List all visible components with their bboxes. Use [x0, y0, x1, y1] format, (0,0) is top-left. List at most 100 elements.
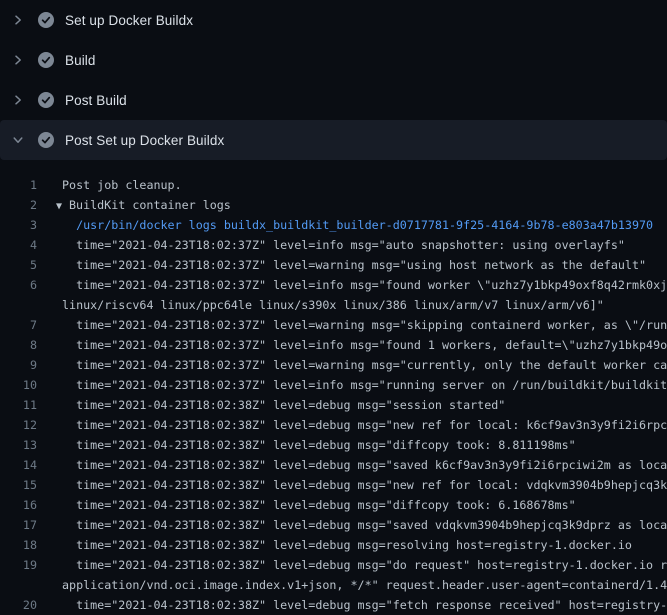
- step-header-post-build[interactable]: Post Build: [0, 80, 667, 120]
- log-line: 1 Post job cleanup.: [0, 175, 667, 195]
- step-header-build[interactable]: Build: [0, 40, 667, 80]
- log-line-text: time="2021-04-23T18:02:37Z" level=warnin…: [62, 318, 667, 332]
- log-line-text: time="2021-04-23T18:02:38Z" level=debug …: [62, 438, 576, 452]
- log-line-text-wrap: ▼BuildKit container logs: [62, 195, 231, 215]
- step-header-set-up-docker-buildx[interactable]: Set up Docker Buildx: [0, 0, 667, 40]
- check-circle-icon: [38, 12, 54, 28]
- log-line-number[interactable]: 14: [0, 455, 37, 475]
- log-line-text-wrap: time="2021-04-23T18:02:38Z" level=debug …: [62, 495, 576, 515]
- log-line-number[interactable]: 11: [0, 395, 37, 415]
- log-line-number[interactable]: 5: [0, 255, 37, 275]
- log-line-number[interactable]: [0, 295, 37, 315]
- log-line-number[interactable]: 9: [0, 355, 37, 375]
- log-line-text: linux/riscv64 linux/ppc64le linux/s390x …: [62, 298, 604, 312]
- log-line-text-wrap: application/vnd.oci.image.index.v1+json,…: [62, 575, 667, 595]
- step-label: Post Set up Docker Buildx: [65, 133, 224, 148]
- chevron-right-icon: [12, 14, 24, 26]
- log-line-text: time="2021-04-23T18:02:37Z" level=info m…: [62, 278, 667, 292]
- log-line-text: time="2021-04-23T18:02:37Z" level=warnin…: [62, 358, 667, 372]
- log-line-text: Post job cleanup.: [62, 178, 182, 192]
- log-line-number[interactable]: 19: [0, 555, 37, 575]
- log-line-text: time="2021-04-23T18:02:38Z" level=debug …: [62, 458, 667, 472]
- log-line-number[interactable]: 3: [0, 215, 37, 235]
- log-line: 7 time="2021-04-23T18:02:37Z" level=warn…: [0, 315, 667, 335]
- chevron-down-icon: [12, 134, 24, 146]
- log-line: 14 time="2021-04-23T18:02:38Z" level=deb…: [0, 455, 667, 475]
- check-circle-icon: [38, 132, 54, 148]
- log-line-number[interactable]: 10: [0, 375, 37, 395]
- chevron-right-icon: [12, 94, 24, 106]
- log-line-text-wrap: time="2021-04-23T18:02:37Z" level=warnin…: [62, 255, 646, 275]
- log-line-number[interactable]: [0, 575, 37, 595]
- log-line: 17 time="2021-04-23T18:02:38Z" level=deb…: [0, 515, 667, 535]
- log-line-text: time="2021-04-23T18:02:38Z" level=debug …: [62, 558, 667, 572]
- log-line-number[interactable]: 20: [0, 595, 37, 615]
- log-group-triangle-icon[interactable]: ▼: [56, 197, 69, 215]
- log-line-number[interactable]: 12: [0, 415, 37, 435]
- log-line-text-wrap: time="2021-04-23T18:02:37Z" level=info m…: [62, 275, 667, 295]
- log-line-text: time="2021-04-23T18:02:37Z" level=info m…: [62, 378, 667, 392]
- log-line: 20 time="2021-04-23T18:02:38Z" level=deb…: [0, 595, 667, 615]
- log-line-text-wrap: time="2021-04-23T18:02:37Z" level=info m…: [62, 335, 667, 355]
- log-line-text-wrap: time="2021-04-23T18:02:38Z" level=debug …: [62, 455, 667, 475]
- log-line: 12 time="2021-04-23T18:02:38Z" level=deb…: [0, 415, 667, 435]
- log-line: linux/riscv64 linux/ppc64le linux/s390x …: [0, 295, 667, 315]
- log-line-text-wrap: Post job cleanup.: [62, 175, 182, 195]
- log-line-text: BuildKit container logs: [69, 198, 231, 212]
- log-line: 10 time="2021-04-23T18:02:37Z" level=inf…: [0, 375, 667, 395]
- log-line: 9 time="2021-04-23T18:02:37Z" level=warn…: [0, 355, 667, 375]
- log-line-text-wrap: time="2021-04-23T18:02:38Z" level=debug …: [62, 415, 667, 435]
- log-line-text: time="2021-04-23T18:02:38Z" level=debug …: [62, 538, 632, 552]
- log-line-number[interactable]: 2: [0, 195, 37, 215]
- step-header-post-set-up-docker-buildx[interactable]: Post Set up Docker Buildx: [0, 120, 667, 160]
- log-line-text-wrap: time="2021-04-23T18:02:37Z" level=warnin…: [62, 355, 667, 375]
- log-line-number[interactable]: 16: [0, 495, 37, 515]
- log-line: 19 time="2021-04-23T18:02:38Z" level=deb…: [0, 555, 667, 575]
- log-line-text-wrap: time="2021-04-23T18:02:38Z" level=debug …: [62, 535, 632, 555]
- log-line-number[interactable]: 7: [0, 315, 37, 335]
- check-circle-icon: [38, 92, 54, 108]
- log-line-text: time="2021-04-23T18:02:37Z" level=info m…: [62, 338, 667, 352]
- chevron-right-icon: [12, 54, 24, 66]
- log-line: 6 time="2021-04-23T18:02:37Z" level=info…: [0, 275, 667, 295]
- log-line: 11 time="2021-04-23T18:02:38Z" level=deb…: [0, 395, 667, 415]
- log-line-text-wrap: time="2021-04-23T18:02:38Z" level=debug …: [62, 395, 505, 415]
- log-line: application/vnd.oci.image.index.v1+json,…: [0, 575, 667, 595]
- log-line-text: time="2021-04-23T18:02:38Z" level=debug …: [62, 478, 667, 492]
- log-line-text-wrap: time="2021-04-23T18:02:38Z" level=debug …: [62, 515, 667, 535]
- log-line: 16 time="2021-04-23T18:02:38Z" level=deb…: [0, 495, 667, 515]
- step-label: Set up Docker Buildx: [65, 13, 193, 28]
- log-line-number[interactable]: 1: [0, 175, 37, 195]
- log-line-text: time="2021-04-23T18:02:38Z" level=debug …: [62, 398, 505, 412]
- log-line-number[interactable]: 6: [0, 275, 37, 295]
- steps-list: Set up Docker Buildx Build P: [0, 0, 667, 160]
- log-line-text-wrap: time="2021-04-23T18:02:38Z" level=debug …: [62, 475, 667, 495]
- log-line: 2 ▼BuildKit container logs: [0, 195, 667, 215]
- log-line-number[interactable]: 13: [0, 435, 37, 455]
- step-label: Post Build: [65, 93, 127, 108]
- log-line: 3 /usr/bin/docker logs buildx_buildkit_b…: [0, 215, 667, 235]
- log-viewer: 1 Post job cleanup. 2 ▼BuildKit containe…: [0, 160, 667, 615]
- log-line-text: time="2021-04-23T18:02:38Z" level=debug …: [62, 598, 667, 612]
- log-line: 15 time="2021-04-23T18:02:38Z" level=deb…: [0, 475, 667, 495]
- log-line-text-wrap: time="2021-04-23T18:02:38Z" level=debug …: [62, 555, 667, 575]
- log-line-text-wrap: /usr/bin/docker logs buildx_buildkit_bui…: [62, 215, 653, 235]
- log-line-number[interactable]: 17: [0, 515, 37, 535]
- check-circle-icon: [38, 52, 54, 68]
- log-line-text-wrap: time="2021-04-23T18:02:38Z" level=debug …: [62, 435, 576, 455]
- log-line-text-wrap: time="2021-04-23T18:02:37Z" level=warnin…: [62, 315, 667, 335]
- log-line-number[interactable]: 4: [0, 235, 37, 255]
- log-line-text-wrap: linux/riscv64 linux/ppc64le linux/s390x …: [62, 295, 604, 315]
- log-line: 5 time="2021-04-23T18:02:37Z" level=warn…: [0, 255, 667, 275]
- log-line-number[interactable]: 8: [0, 335, 37, 355]
- log-line-text: time="2021-04-23T18:02:38Z" level=debug …: [62, 518, 667, 532]
- log-line-number[interactable]: 18: [0, 535, 37, 555]
- log-line-text-wrap: time="2021-04-23T18:02:38Z" level=debug …: [62, 595, 667, 615]
- log-line-text: time="2021-04-23T18:02:37Z" level=info m…: [62, 238, 625, 252]
- log-line-text-wrap: time="2021-04-23T18:02:37Z" level=info m…: [62, 375, 667, 395]
- log-line-text: time="2021-04-23T18:02:37Z" level=warnin…: [62, 258, 646, 272]
- log-line: 8 time="2021-04-23T18:02:37Z" level=info…: [0, 335, 667, 355]
- log-line-text: application/vnd.oci.image.index.v1+json,…: [62, 578, 667, 592]
- log-line-number[interactable]: 15: [0, 475, 37, 495]
- log-line: 18 time="2021-04-23T18:02:38Z" level=deb…: [0, 535, 667, 555]
